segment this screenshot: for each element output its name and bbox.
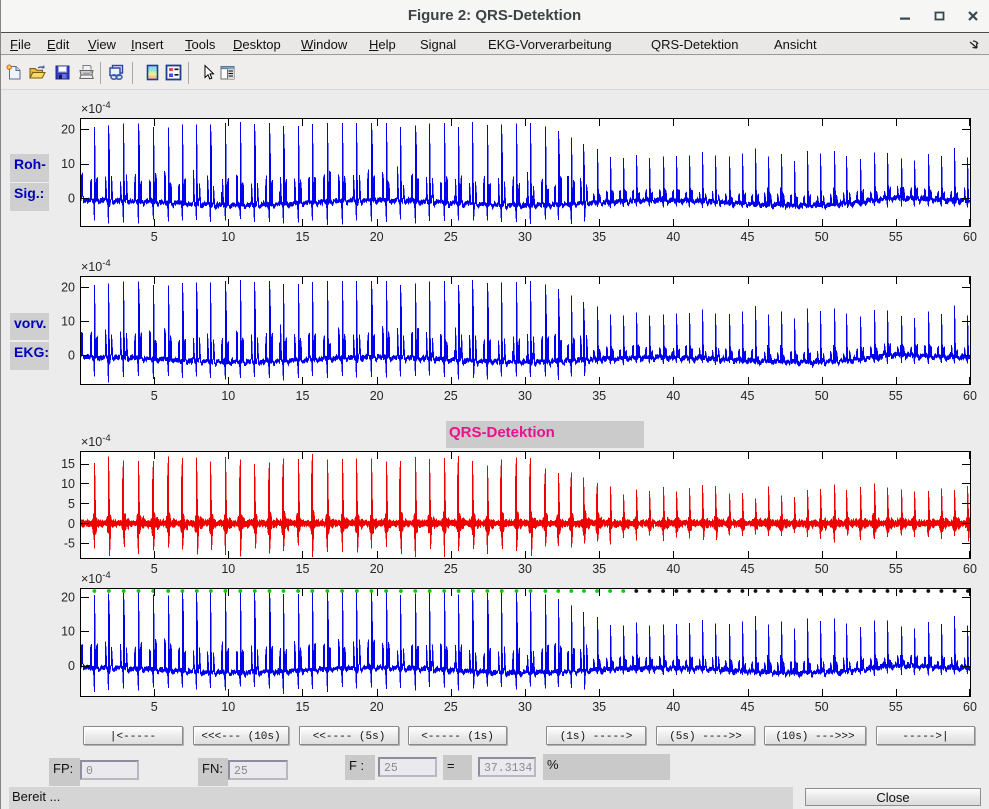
svg-text:5: 5 [151, 562, 158, 576]
svg-text:30: 30 [518, 700, 532, 714]
svg-text:55: 55 [889, 230, 903, 244]
svg-text:20: 20 [61, 590, 75, 604]
svg-text:5: 5 [151, 230, 158, 244]
svg-text:15: 15 [296, 700, 310, 714]
svg-text:10: 10 [61, 315, 75, 329]
svg-text:0: 0 [68, 349, 75, 363]
svg-text:15: 15 [296, 389, 310, 403]
svg-text:35: 35 [592, 700, 606, 714]
svg-text:40: 40 [666, 230, 680, 244]
svg-text:×10-4: ×10-4 [81, 433, 111, 449]
svg-text:60: 60 [963, 562, 977, 576]
svg-text:45: 45 [741, 230, 755, 244]
svg-text:45: 45 [741, 562, 755, 576]
svg-text:0: 0 [68, 517, 75, 531]
svg-text:15: 15 [296, 562, 310, 576]
svg-text:60: 60 [963, 230, 977, 244]
svg-text:60: 60 [963, 389, 977, 403]
svg-text:55: 55 [889, 562, 903, 576]
svg-text:50: 50 [815, 562, 829, 576]
svg-text:15: 15 [61, 457, 75, 471]
svg-text:35: 35 [592, 230, 606, 244]
svg-text:0: 0 [68, 659, 75, 673]
svg-text:45: 45 [741, 389, 755, 403]
svg-text:15: 15 [296, 230, 310, 244]
svg-text:50: 50 [815, 389, 829, 403]
svg-text:5: 5 [151, 389, 158, 403]
svg-text:10: 10 [221, 562, 235, 576]
svg-text:×10-4: ×10-4 [81, 570, 111, 586]
svg-text:30: 30 [518, 230, 532, 244]
svg-text:55: 55 [889, 389, 903, 403]
svg-text:20: 20 [370, 562, 384, 576]
svg-text:40: 40 [666, 389, 680, 403]
svg-text:-5: -5 [64, 537, 75, 551]
svg-text:20: 20 [61, 123, 75, 137]
svg-text:10: 10 [61, 157, 75, 171]
svg-text:10: 10 [61, 477, 75, 491]
svg-text:10: 10 [221, 700, 235, 714]
svg-text:20: 20 [370, 700, 384, 714]
svg-text:10: 10 [221, 389, 235, 403]
svg-text:40: 40 [666, 562, 680, 576]
svg-text:25: 25 [444, 700, 458, 714]
svg-text:10: 10 [221, 230, 235, 244]
svg-text:5: 5 [151, 700, 158, 714]
svg-text:20: 20 [61, 281, 75, 295]
svg-text:×10-4: ×10-4 [81, 258, 111, 274]
svg-text:45: 45 [741, 700, 755, 714]
svg-text:×10-4: ×10-4 [81, 100, 111, 116]
svg-text:40: 40 [666, 700, 680, 714]
svg-text:50: 50 [815, 230, 829, 244]
svg-text:60: 60 [963, 700, 977, 714]
svg-text:55: 55 [889, 700, 903, 714]
svg-text:5: 5 [68, 497, 75, 511]
svg-text:30: 30 [518, 562, 532, 576]
svg-text:20: 20 [370, 389, 384, 403]
svg-text:10: 10 [61, 625, 75, 639]
svg-text:25: 25 [444, 389, 458, 403]
svg-text:35: 35 [592, 562, 606, 576]
svg-text:35: 35 [592, 389, 606, 403]
svg-text:25: 25 [444, 230, 458, 244]
svg-text:0: 0 [68, 192, 75, 206]
svg-text:20: 20 [370, 230, 384, 244]
svg-text:50: 50 [815, 700, 829, 714]
svg-text:30: 30 [518, 389, 532, 403]
svg-text:25: 25 [444, 562, 458, 576]
